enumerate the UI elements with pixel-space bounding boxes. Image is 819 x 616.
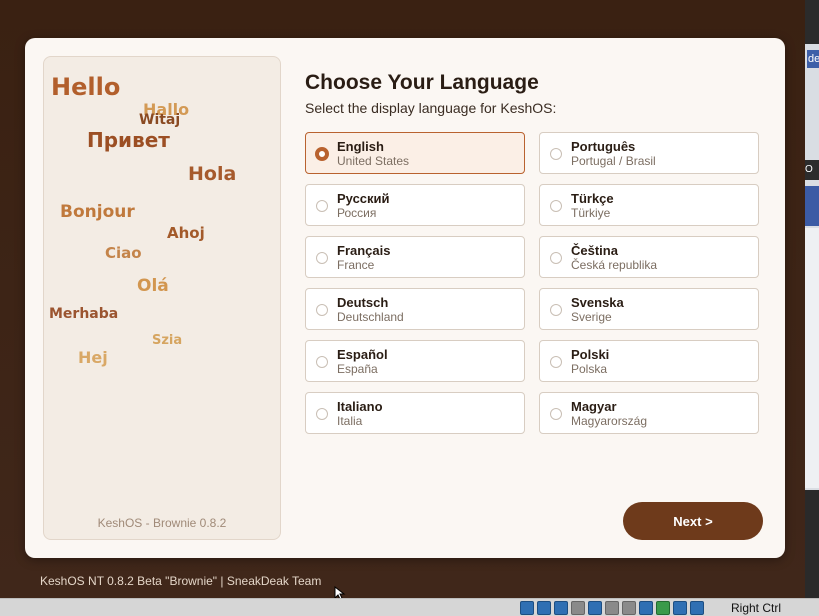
greeting-word: Bonjour xyxy=(60,202,135,222)
language-region: Polska xyxy=(571,362,608,376)
hard-disk-icon[interactable] xyxy=(520,601,534,615)
greeting-word: Szia xyxy=(152,333,183,348)
cpu-icon[interactable] xyxy=(656,601,670,615)
next-button[interactable]: Next > xyxy=(623,502,763,540)
radio-icon[interactable] xyxy=(316,200,328,212)
radio-icon[interactable] xyxy=(550,304,562,316)
radio-icon[interactable] xyxy=(550,148,562,160)
language-region: España xyxy=(337,362,378,376)
language-name: Русский xyxy=(337,191,390,206)
language-option-french[interactable]: Français France xyxy=(305,236,525,278)
radio-icon[interactable] xyxy=(316,408,328,420)
language-option-english[interactable]: English United States xyxy=(305,132,525,174)
host-background-window: de O xyxy=(805,0,819,598)
language-name: Magyar xyxy=(571,399,617,414)
audio-icon[interactable] xyxy=(554,601,568,615)
radio-icon[interactable] xyxy=(316,252,328,264)
radio-icon[interactable] xyxy=(550,200,562,212)
language-option-hungarian[interactable]: Magyar Magyarország xyxy=(539,392,759,434)
greeting-word: Merhaba xyxy=(49,306,119,322)
network-icon[interactable] xyxy=(571,601,585,615)
language-name: Italiano xyxy=(337,399,383,414)
footer-text: KeshOS NT 0.8.2 Beta "Brownie" | SneakDe… xyxy=(40,574,322,588)
language-region: Česká republika xyxy=(571,258,658,272)
vm-status-bar: Right Ctrl xyxy=(0,598,819,616)
video-capture-icon[interactable] xyxy=(639,601,653,615)
language-option-czech[interactable]: Čeština Česká republika xyxy=(539,236,759,278)
language-region: Italia xyxy=(337,414,363,428)
language-name: Español xyxy=(337,347,388,362)
radio-icon[interactable] xyxy=(316,356,328,368)
language-option-russian[interactable]: Русский Россия xyxy=(305,184,525,226)
page-subtitle: Select the display language for KeshOS: xyxy=(305,100,557,116)
radio-icon[interactable] xyxy=(550,408,562,420)
language-region: Magyarország xyxy=(571,414,648,428)
language-region: Portugal / Brasil xyxy=(571,154,656,168)
language-region: Россия xyxy=(337,206,377,220)
language-name: Svenska xyxy=(571,295,624,310)
greeting-word: Witaj xyxy=(139,112,181,128)
greeting-word: Hej xyxy=(78,348,108,367)
vm-screen: Hello Hallo Witaj Привет Hola Bonjour Ah… xyxy=(0,0,805,600)
shared-folder-icon[interactable] xyxy=(605,601,619,615)
greeting-word: Ciao xyxy=(105,244,142,262)
version-label: KeshOS - Brownie 0.8.2 xyxy=(97,516,227,530)
keyboard-capture-icon[interactable] xyxy=(690,601,704,615)
greeting-word: Hello xyxy=(51,73,121,101)
language-option-spanish[interactable]: Español España xyxy=(305,340,525,382)
greeting-word: Привет xyxy=(87,128,170,152)
radio-icon[interactable] xyxy=(550,356,562,368)
language-name: Türkçe xyxy=(571,191,614,206)
language-name: Čeština xyxy=(571,243,618,258)
radio-icon[interactable] xyxy=(550,252,562,264)
greeting-word: Olá xyxy=(137,276,169,296)
page-title: Choose Your Language xyxy=(305,71,539,94)
display-icon[interactable] xyxy=(622,601,636,615)
language-region: Türkiye xyxy=(571,206,611,220)
language-name: Polski xyxy=(571,347,610,362)
language-region: France xyxy=(337,258,375,272)
radio-icon[interactable] xyxy=(316,304,328,316)
host-key-label: Right Ctrl xyxy=(731,601,782,615)
language-option-swedish[interactable]: Svenska Sverige xyxy=(539,288,759,330)
language-option-german[interactable]: Deutsch Deutschland xyxy=(305,288,525,330)
language-name: Deutsch xyxy=(337,295,389,310)
greeting-word: Hola xyxy=(188,163,237,185)
usb-icon[interactable] xyxy=(588,601,602,615)
language-region: United States xyxy=(337,154,410,168)
radio-icon[interactable] xyxy=(315,147,329,161)
language-dialog: Hello Hallo Witaj Привет Hola Bonjour Ah… xyxy=(25,38,785,558)
greetings-panel: Hello Hallo Witaj Привет Hola Bonjour Ah… xyxy=(43,56,281,540)
language-name: English xyxy=(337,139,384,154)
language-name: Français xyxy=(337,243,391,258)
language-region: Deutschland xyxy=(337,310,404,324)
language-option-italian[interactable]: Italiano Italia xyxy=(305,392,525,434)
greeting-word: Ahoj xyxy=(167,224,205,242)
language-region: Sverige xyxy=(571,310,612,324)
language-option-polish[interactable]: Polski Polska xyxy=(539,340,759,382)
language-option-portugues[interactable]: Português Portugal / Brasil xyxy=(539,132,759,174)
language-option-turkish[interactable]: Türkçe Türkiye xyxy=(539,184,759,226)
language-name: Português xyxy=(571,139,636,154)
mouse-integration-icon[interactable] xyxy=(673,601,687,615)
vm-status-icons xyxy=(520,601,704,615)
optical-drive-icon[interactable] xyxy=(537,601,551,615)
